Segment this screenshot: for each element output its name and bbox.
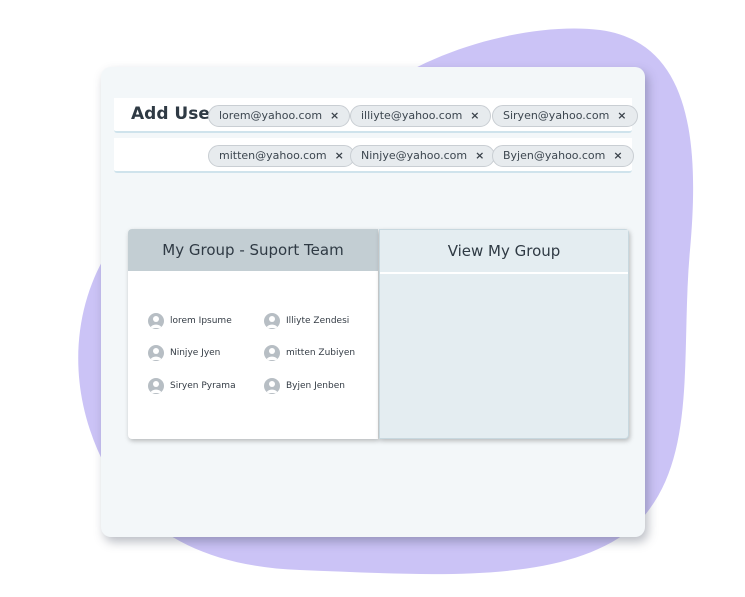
email-chip-text: lorem@yahoo.com bbox=[219, 109, 323, 122]
member-item[interactable]: Ninjye Jyen bbox=[148, 345, 220, 361]
member-name: mitten Zubiyen bbox=[286, 348, 356, 358]
view-my-group-title[interactable]: View My Group bbox=[380, 230, 628, 274]
user-avatar-icon bbox=[148, 378, 164, 394]
email-chip-text: illiyte@yahoo.com bbox=[361, 109, 463, 122]
member-name: Byjen Jenben bbox=[286, 381, 345, 391]
email-chip-text: Byjen@yahoo.com bbox=[503, 149, 606, 162]
member-name: Siryen Pyrama bbox=[170, 381, 236, 391]
view-group-panel: View My Group bbox=[379, 229, 629, 439]
email-chip[interactable]: illiyte@yahoo.com × bbox=[350, 105, 491, 127]
email-chip[interactable]: Byjen@yahoo.com × bbox=[492, 145, 634, 167]
user-avatar-icon bbox=[264, 345, 280, 361]
close-icon[interactable]: × bbox=[335, 146, 344, 166]
close-icon[interactable]: × bbox=[613, 146, 622, 166]
email-chip[interactable]: Ninjye@yahoo.com × bbox=[350, 145, 496, 167]
my-group-panel: My Group - Suport Team lorem Ipsume Illi… bbox=[128, 229, 378, 439]
close-icon[interactable]: × bbox=[475, 146, 484, 166]
member-name: Ninjye Jyen bbox=[170, 348, 221, 358]
email-chip-text: Siryen@yahoo.com bbox=[503, 109, 610, 122]
member-item[interactable]: Byjen Jenben bbox=[264, 378, 345, 394]
close-icon[interactable]: × bbox=[470, 106, 479, 126]
member-item[interactable]: lorem Ipsume bbox=[148, 313, 232, 329]
add-user-label: Add User bbox=[131, 104, 219, 124]
member-name: lorem Ipsume bbox=[170, 316, 232, 326]
user-avatar-icon bbox=[148, 313, 164, 329]
email-chip-text: Ninjye@yahoo.com bbox=[361, 149, 468, 162]
email-chip[interactable]: Siryen@yahoo.com × bbox=[492, 105, 638, 127]
email-chip-text: mitten@yahoo.com bbox=[219, 149, 327, 162]
close-icon[interactable]: × bbox=[330, 106, 339, 126]
user-avatar-icon bbox=[264, 378, 280, 394]
member-name: Illiyte Zendesi bbox=[286, 316, 350, 326]
user-avatar-icon bbox=[148, 345, 164, 361]
email-chip[interactable]: mitten@yahoo.com × bbox=[208, 145, 355, 167]
user-avatar-icon bbox=[264, 313, 280, 329]
close-icon[interactable]: × bbox=[617, 106, 626, 126]
email-chip[interactable]: lorem@yahoo.com × bbox=[208, 105, 351, 127]
member-item[interactable]: mitten Zubiyen bbox=[264, 345, 355, 361]
member-item[interactable]: Siryen Pyrama bbox=[148, 378, 236, 394]
my-group-title[interactable]: My Group - Suport Team bbox=[128, 229, 378, 271]
member-item[interactable]: Illiyte Zendesi bbox=[264, 313, 349, 329]
